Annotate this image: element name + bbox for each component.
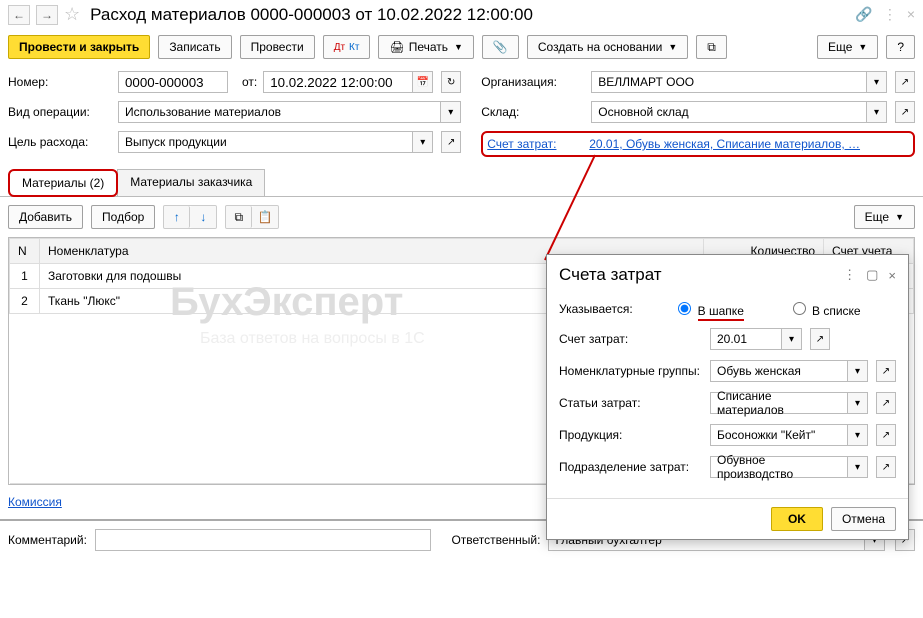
purpose-field[interactable]: Выпуск продукции	[118, 131, 413, 153]
org-dropdown[interactable]: ▾	[867, 71, 887, 93]
popup-account-dropdown[interactable]: ▾	[782, 328, 802, 350]
popup-cancel-button[interactable]: Отмена	[831, 507, 896, 531]
tab-materials[interactable]: Материалы (2)	[8, 169, 118, 197]
popup-product-open[interactable]: ↗	[876, 424, 896, 446]
link-icon[interactable]: 🔗	[855, 6, 872, 23]
add-row-button[interactable]: Добавить	[8, 205, 83, 229]
cost-account-value[interactable]: 20.01, Обувь женская, Списание материало…	[589, 137, 909, 151]
calendar-icon[interactable]: 📅	[413, 71, 433, 93]
popup-costitem-label: Статьи затрат:	[559, 396, 704, 410]
warehouse-open[interactable]: ↗	[895, 101, 915, 123]
purpose-label: Цель расхода:	[8, 133, 112, 151]
paperclip-icon: 📎	[493, 40, 508, 54]
popup-account-open[interactable]: ↗	[810, 328, 830, 350]
popup-costitem-dropdown[interactable]: ▾	[848, 392, 868, 414]
date-label: от:	[242, 73, 257, 91]
table-more-button[interactable]: Еще▼	[854, 205, 915, 229]
col-n[interactable]: N	[10, 239, 40, 264]
org-open[interactable]: ↗	[895, 71, 915, 93]
operation-field[interactable]: Использование материалов	[118, 101, 441, 123]
popup-costitem-field[interactable]: Списание материалов	[710, 392, 848, 414]
more-button[interactable]: Еще▼	[817, 35, 878, 59]
structure-icon: ⧉	[707, 40, 716, 55]
number-label: Номер:	[8, 73, 112, 91]
post-and-close-button[interactable]: Провести и закрыть	[8, 35, 150, 59]
purpose-open[interactable]: ↗	[441, 131, 461, 153]
responsible-label: Ответственный:	[451, 533, 540, 547]
popup-account-field[interactable]: 20.01	[710, 328, 782, 350]
dtku-button[interactable]: ДтКт	[323, 35, 371, 59]
popup-division-label: Подразделение затрат:	[559, 460, 704, 474]
move-down-icon[interactable]: ↓	[190, 206, 216, 228]
comment-label: Комментарий:	[8, 533, 87, 547]
popup-product-dropdown[interactable]: ▾	[848, 424, 868, 446]
paste-icon[interactable]: 📋	[252, 206, 278, 228]
popup-max-icon[interactable]: ▢	[866, 267, 878, 283]
nav-back[interactable]: ←	[8, 5, 30, 25]
attach-button[interactable]: 📎	[482, 35, 519, 59]
comment-field[interactable]	[95, 529, 432, 551]
star-icon[interactable]: ☆	[64, 4, 80, 25]
warehouse-label: Склад:	[481, 103, 585, 121]
write-button[interactable]: Записать	[158, 35, 231, 59]
popup-nomgroup-label: Номенклатурные группы:	[559, 364, 704, 378]
popup-nomgroup-dropdown[interactable]: ▾	[848, 360, 868, 382]
org-label: Организация:	[481, 73, 585, 91]
radio-in-header[interactable]: В шапке	[673, 299, 781, 318]
popup-close-icon[interactable]: ×	[888, 268, 896, 283]
radio-in-list[interactable]: В списке	[788, 299, 896, 318]
popup-title: Счета затрат	[559, 265, 833, 285]
popup-product-label: Продукция:	[559, 428, 704, 442]
printer-icon: 🖨	[389, 40, 404, 54]
popup-division-open[interactable]: ↗	[876, 456, 896, 478]
post-button[interactable]: Провести	[240, 35, 315, 59]
create-based-button[interactable]: Создать на основании▼	[527, 35, 688, 59]
commission-link[interactable]: Комиссия	[8, 495, 62, 509]
popup-account-label: Счет затрат:	[559, 332, 704, 346]
warehouse-field[interactable]: Основной склад	[591, 101, 867, 123]
nav-fwd[interactable]: →	[36, 5, 58, 25]
cost-accounts-popup: Счета затрат ⋮ ▢ × Указывается: В шапке …	[546, 254, 909, 540]
popup-division-dropdown[interactable]: ▾	[848, 456, 868, 478]
more-title-icon[interactable]: ⋮	[883, 6, 897, 23]
purpose-dropdown[interactable]: ▾	[413, 131, 433, 153]
refresh-icon[interactable]: ↻	[441, 71, 461, 93]
number-field[interactable]	[118, 71, 228, 93]
specified-label: Указывается:	[559, 302, 667, 316]
cost-account-row: Счет затрат: 20.01, Обувь женская, Списа…	[481, 131, 915, 157]
cost-account-label[interactable]: Счет затрат:	[487, 137, 583, 151]
org-field[interactable]: ВЕЛЛМАРТ ООО	[591, 71, 867, 93]
tab-customer-materials[interactable]: Материалы заказчика	[117, 169, 265, 197]
help-button[interactable]: ?	[886, 35, 915, 59]
select-button[interactable]: Подбор	[91, 205, 155, 229]
copy-icon[interactable]: ⧉	[226, 206, 252, 228]
date-field[interactable]	[263, 71, 413, 93]
popup-ok-button[interactable]: OK	[771, 507, 823, 531]
popup-product-field[interactable]: Босоножки "Кейт"	[710, 424, 848, 446]
close-icon[interactable]: ×	[907, 6, 915, 23]
warehouse-dropdown[interactable]: ▾	[867, 101, 887, 123]
operation-label: Вид операции:	[8, 103, 112, 121]
print-button[interactable]: 🖨Печать▼	[378, 35, 473, 59]
operation-dropdown[interactable]: ▾	[441, 101, 461, 123]
popup-nomgroup-field[interactable]: Обувь женская	[710, 360, 848, 382]
window-title: Расход материалов 0000-000003 от 10.02.2…	[90, 5, 849, 25]
move-up-icon[interactable]: ↑	[164, 206, 190, 228]
popup-division-field[interactable]: Обувное производство	[710, 456, 848, 478]
popup-costitem-open[interactable]: ↗	[876, 392, 896, 414]
structure-button[interactable]: ⧉	[696, 35, 727, 59]
popup-nomgroup-open[interactable]: ↗	[876, 360, 896, 382]
popup-more-icon[interactable]: ⋮	[843, 267, 856, 283]
